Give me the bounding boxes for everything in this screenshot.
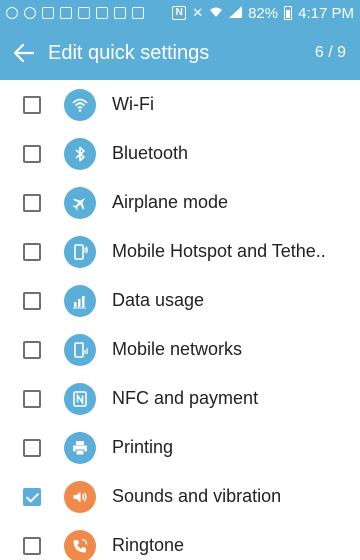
checkbox[interactable] (23, 95, 41, 114)
list-item-label: Wi-Fi (112, 94, 154, 114)
clock: 4:17 PM (298, 4, 354, 22)
list-item-label: NFC and payment (112, 388, 259, 408)
battery-percent: 82% (248, 4, 279, 22)
dropbox-icon (96, 7, 108, 19)
quick-settings-list: Wi-Fi Bluetooth Airplane mode Mobile Hot… (0, 80, 360, 560)
app-bar: Edit quick settings 6 / 9 (0, 26, 360, 80)
list-item-label: Mobile networks (112, 339, 243, 359)
notification-icon (6, 7, 18, 19)
airplane-icon (64, 186, 96, 219)
image-icon (78, 7, 90, 19)
list-item[interactable]: Printing (0, 423, 360, 472)
checkbox[interactable] (23, 193, 41, 212)
list-item[interactable]: Sounds and vibration (0, 472, 360, 521)
checkbox[interactable] (23, 340, 41, 359)
status-bar: N ✕ 82% 4:17 PM (0, 0, 360, 26)
volume-icon (64, 480, 96, 513)
checkbox[interactable] (23, 536, 41, 555)
phone-ringtone-icon (64, 529, 96, 560)
checkbox[interactable] (23, 291, 41, 310)
bluetooth-icon (64, 137, 96, 170)
list-item-label: Printing (112, 437, 174, 457)
store-icon (132, 7, 144, 19)
list-item[interactable]: Airplane mode (0, 178, 360, 227)
printer-icon (64, 431, 96, 464)
message-icon (42, 7, 54, 19)
checkbox[interactable] (23, 144, 41, 163)
checkbox[interactable] (23, 438, 41, 457)
location-icon (24, 7, 36, 19)
notification-icons (6, 7, 172, 19)
mobile-networks-icon (64, 333, 96, 366)
list-item[interactable]: Mobile networks (0, 325, 360, 374)
data-usage-icon (64, 284, 96, 317)
list-item-label: Mobile Hotspot and Tethe.. (112, 241, 326, 261)
signal-icon (229, 5, 243, 21)
list-item-label: Sounds and vibration (112, 486, 282, 506)
list-item[interactable]: Mobile Hotspot and Tethe.. (0, 227, 360, 276)
checkbox[interactable] (23, 242, 41, 261)
wifi-icon (64, 88, 96, 121)
list-item-label: Data usage (112, 290, 205, 310)
list-item[interactable]: Wi-Fi (0, 80, 360, 129)
list-item-label: Airplane mode (112, 192, 229, 212)
page-counter: 6 / 9 (314, 44, 346, 61)
list-item[interactable]: NFC and payment (0, 374, 360, 423)
gallery-icon (60, 7, 72, 19)
battery-icon (284, 6, 293, 20)
nfc-icon (64, 382, 96, 415)
list-item[interactable]: Data usage (0, 276, 360, 325)
list-item-label: Bluetooth (112, 143, 189, 163)
mute-icon: ✕ (192, 5, 204, 20)
page-title: Edit quick settings (48, 41, 210, 64)
hotspot-icon (64, 235, 96, 268)
download-icon (114, 7, 126, 19)
arrow-left-icon (14, 44, 34, 62)
wifi-status-icon (209, 6, 223, 21)
back-button[interactable] (0, 26, 48, 80)
checkbox[interactable] (23, 389, 41, 408)
list-item-label: Ringtone (112, 535, 185, 555)
list-item[interactable]: Bluetooth (0, 129, 360, 178)
system-status: N ✕ 82% 4:17 PM (172, 5, 354, 22)
nfc-status-icon: N (172, 6, 187, 20)
checkbox-checked[interactable] (23, 487, 41, 506)
list-item[interactable]: Ringtone (0, 521, 360, 560)
